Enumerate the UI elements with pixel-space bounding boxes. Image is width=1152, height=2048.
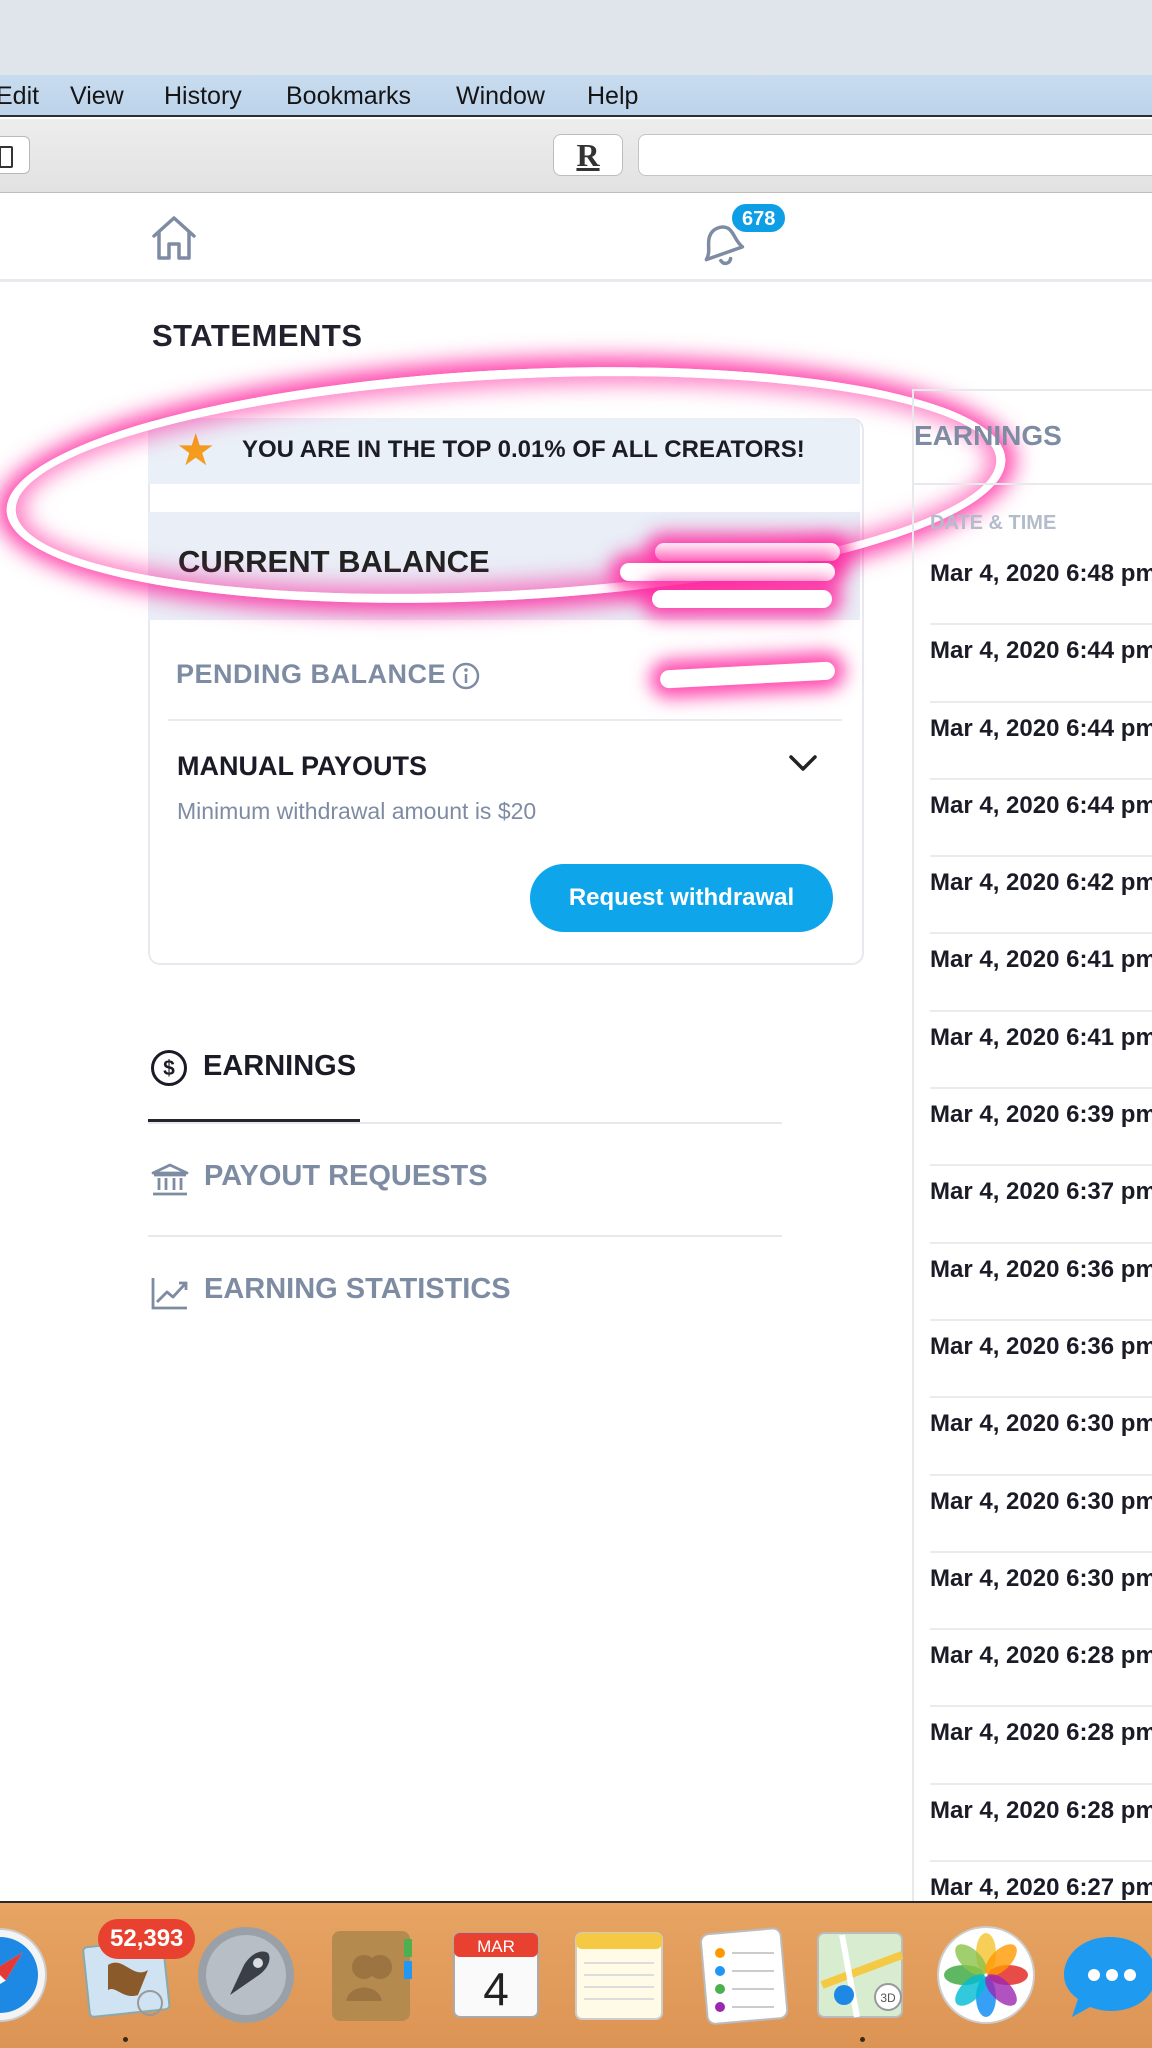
site-header: 678 xyxy=(0,194,1152,282)
earnings-row[interactable]: Mar 4, 2020 6:30 pm xyxy=(930,1398,1152,1476)
tab-divider xyxy=(148,1235,782,1237)
earnings-row[interactable]: Mar 4, 2020 6:39 pm xyxy=(930,1089,1152,1167)
tab-payout-requests-label: PAYOUT REQUESTS xyxy=(204,1160,488,1192)
earnings-row[interactable]: Mar 4, 2020 6:30 pm xyxy=(930,1553,1152,1631)
contacts-icon[interactable] xyxy=(322,1925,422,2025)
earnings-row[interactable]: Mar 4, 2020 6:37 pm xyxy=(930,1166,1152,1244)
earnings-row[interactable]: Mar 4, 2020 6:36 pm xyxy=(930,1321,1152,1399)
menu-window[interactable]: Window xyxy=(456,82,545,111)
earnings-row[interactable]: Mar 4, 2020 6:48 pm xyxy=(930,548,1152,626)
panel-divider xyxy=(912,483,1152,485)
earnings-row-datetime: Mar 4, 2020 6:30 pm xyxy=(930,1487,1152,1515)
earnings-row-datetime: Mar 4, 2020 6:42 pm xyxy=(930,869,1152,897)
earnings-row-datetime: Mar 4, 2020 6:44 pm xyxy=(930,714,1152,742)
date-time-column-header: DATE & TIME xyxy=(930,512,1057,534)
notes-icon[interactable] xyxy=(570,1925,670,2025)
notification-badge: 678 xyxy=(730,202,788,234)
earnings-row[interactable]: Mar 4, 2020 6:44 pm xyxy=(930,703,1152,780)
line-chart-icon xyxy=(151,1278,188,1310)
launchpad-icon[interactable] xyxy=(196,1925,296,2025)
bank-icon xyxy=(151,1163,189,1196)
redaction-scribble xyxy=(655,543,840,561)
reader-extension-button[interactable]: R xyxy=(553,134,623,176)
earnings-row[interactable]: Mar 4, 2020 6:28 pm xyxy=(930,1707,1152,1785)
earnings-row-datetime: Mar 4, 2020 6:48 pm xyxy=(930,560,1152,587)
earnings-row-datetime: Mar 4, 2020 6:27 pm xyxy=(930,1874,1152,1902)
earnings-row[interactable]: Mar 4, 2020 6:41 pm xyxy=(930,1012,1152,1090)
screen-top-bezel xyxy=(0,0,1152,75)
earnings-row-datetime: Mar 4, 2020 6:28 pm xyxy=(930,1642,1152,1670)
svg-text:$: $ xyxy=(163,1057,175,1080)
menu-history[interactable]: History xyxy=(164,82,242,111)
tab-divider xyxy=(148,1122,782,1124)
menu-bar: Edit View History Bookmarks Window Help xyxy=(0,75,1152,117)
earnings-row-datetime: Mar 4, 2020 6:28 pm xyxy=(930,1796,1152,1824)
page-title: STATEMENTS xyxy=(152,318,363,353)
redaction-scribble xyxy=(620,563,835,581)
dollar-circle-icon: $ xyxy=(151,1050,187,1086)
menu-help[interactable]: Help xyxy=(587,82,638,111)
earnings-row[interactable]: Mar 4, 2020 6:30 pm xyxy=(930,1476,1152,1553)
redaction-scribble xyxy=(652,590,832,608)
sidebar-toggle-button[interactable] xyxy=(0,136,30,174)
earnings-row-datetime: Mar 4, 2020 6:41 pm xyxy=(930,1023,1152,1051)
earnings-row-datetime: Mar 4, 2020 6:39 pm xyxy=(930,1101,1152,1129)
request-withdrawal-button[interactable]: Request withdrawal xyxy=(530,864,833,932)
menu-edit[interactable]: Edit xyxy=(0,82,39,111)
home-icon[interactable] xyxy=(148,212,200,264)
earnings-row-datetime: Mar 4, 2020 6:36 pm xyxy=(930,1255,1152,1283)
calendar-day: 4 xyxy=(483,1963,509,2015)
calendar-icon[interactable]: MAR 4 xyxy=(446,1925,546,2025)
earnings-row-datetime: Mar 4, 2020 6:28 pm xyxy=(930,1719,1152,1747)
earnings-row-datetime: Mar 4, 2020 6:41 pm xyxy=(930,946,1152,974)
earnings-row-datetime: Mar 4, 2020 6:30 pm xyxy=(930,1410,1152,1438)
svg-text:3D: 3D xyxy=(880,1991,896,2005)
safari-icon[interactable] xyxy=(0,1925,50,2025)
manual-payouts-label: MANUAL PAYOUTS xyxy=(177,751,428,781)
running-indicator xyxy=(123,2037,128,2042)
tab-earnings-label: EARNINGS xyxy=(203,1050,357,1082)
running-indicator xyxy=(860,2037,865,2042)
tab-earning-statistics-label: EARNING STATISTICS xyxy=(204,1273,511,1305)
photos-icon[interactable] xyxy=(936,1925,1036,2025)
messages-icon[interactable] xyxy=(1060,1925,1152,2025)
earnings-row-datetime: Mar 4, 2020 6:36 pm xyxy=(930,1332,1152,1360)
earnings-row[interactable]: Mar 4, 2020 6:41 pm xyxy=(930,934,1152,1012)
earnings-row[interactable]: Mar 4, 2020 6:42 pm xyxy=(930,857,1152,935)
mail-unread-badge: 52,393 xyxy=(98,1919,196,1959)
earnings-row-datetime: Mar 4, 2020 6:37 pm xyxy=(930,1178,1152,1206)
browser-toolbar: R xyxy=(0,119,1152,193)
maps-icon[interactable]: 3D xyxy=(812,1925,912,2025)
earnings-row-datetime: Mar 4, 2020 6:44 pm xyxy=(930,791,1152,819)
min-withdrawal-text: Minimum withdrawal amount is $20 xyxy=(177,798,537,824)
calendar-month: MAR xyxy=(477,1937,515,1956)
earnings-list: Mar 4, 2020 6:48 pm Mar 4, 2020 6:44 pm … xyxy=(930,548,1152,1940)
reminders-icon[interactable] xyxy=(696,1925,796,2025)
divider xyxy=(168,719,842,721)
earnings-row[interactable]: Mar 4, 2020 6:28 pm xyxy=(930,1785,1152,1863)
menu-bookmarks[interactable]: Bookmarks xyxy=(286,82,411,111)
earnings-row[interactable]: Mar 4, 2020 6:28 pm xyxy=(930,1630,1152,1708)
earnings-row-datetime: Mar 4, 2020 6:30 pm xyxy=(930,1564,1152,1592)
menu-view[interactable]: View xyxy=(70,82,124,111)
reader-icon: R xyxy=(576,137,600,173)
earnings-row[interactable]: Mar 4, 2020 6:36 pm xyxy=(930,1244,1152,1321)
earnings-row[interactable]: Mar 4, 2020 6:44 pm xyxy=(930,780,1152,858)
chevron-down-icon[interactable] xyxy=(788,752,818,774)
address-bar[interactable] xyxy=(638,134,1152,176)
earnings-panel-title: EARNINGS xyxy=(914,420,1062,451)
earnings-row-datetime: Mar 4, 2020 6:44 pm xyxy=(930,637,1152,665)
earnings-row[interactable]: Mar 4, 2020 6:44 pm xyxy=(930,625,1152,703)
info-icon[interactable] xyxy=(452,662,480,690)
pending-balance-label: PENDING BALANCE xyxy=(176,659,447,689)
